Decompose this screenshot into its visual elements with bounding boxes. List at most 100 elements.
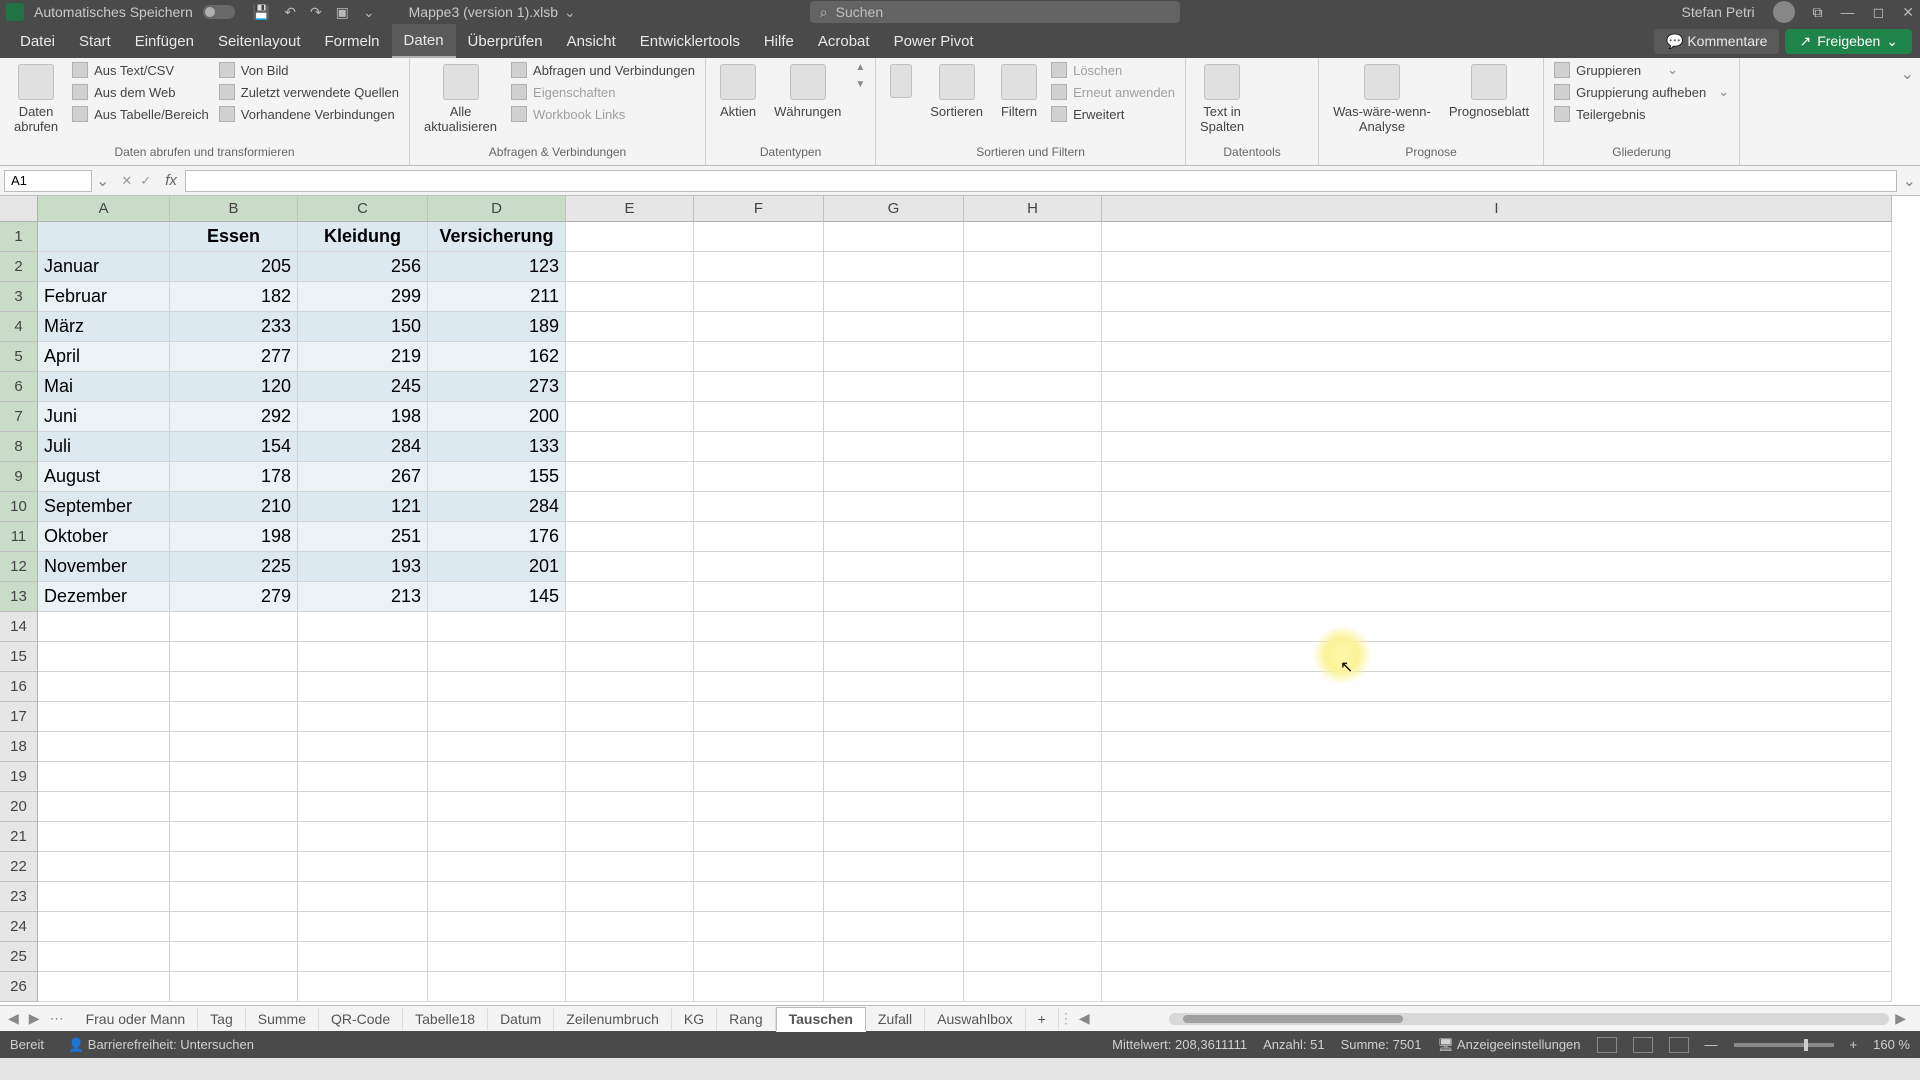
cell-B24[interactable] <box>170 912 298 942</box>
cell-D24[interactable] <box>428 912 566 942</box>
data-model-icon[interactable] <box>1286 118 1308 140</box>
cell-A23[interactable] <box>38 882 170 912</box>
cell-A19[interactable] <box>38 762 170 792</box>
cell-B17[interactable] <box>170 702 298 732</box>
row-header-7[interactable]: 7 <box>0 402 38 432</box>
cell-A1[interactable] <box>38 222 170 252</box>
cell-F3[interactable] <box>694 282 824 312</box>
get-data-button[interactable]: Daten abrufen <box>10 62 62 136</box>
menu-einfügen[interactable]: Einfügen <box>123 24 206 58</box>
cell-H21[interactable] <box>964 822 1102 852</box>
close-icon[interactable]: ✕ <box>1902 4 1914 21</box>
cell-B19[interactable] <box>170 762 298 792</box>
sheet-tab[interactable]: Frau oder Mann <box>74 1008 199 1030</box>
cell-H16[interactable] <box>964 672 1102 702</box>
cell-E4[interactable] <box>566 312 694 342</box>
cell-B4[interactable]: 233 <box>170 312 298 342</box>
cell-E14[interactable] <box>566 612 694 642</box>
cell-G15[interactable] <box>824 642 964 672</box>
cell-G16[interactable] <box>824 672 964 702</box>
save-icon[interactable]: 💾 <box>253 4 270 21</box>
cell-D6[interactable]: 273 <box>428 372 566 402</box>
cell-G1[interactable] <box>824 222 964 252</box>
tab-nav-next-icon[interactable]: ▶ <box>29 1010 40 1027</box>
cell-C5[interactable]: 219 <box>298 342 428 372</box>
cell-F11[interactable] <box>694 522 824 552</box>
group-button[interactable]: Gruppieren⌄ <box>1554 62 1729 78</box>
cell-G25[interactable] <box>824 942 964 972</box>
cell-G26[interactable] <box>824 972 964 1002</box>
cell-A8[interactable]: Juli <box>38 432 170 462</box>
cell-C13[interactable]: 213 <box>298 582 428 612</box>
cell-E11[interactable] <box>566 522 694 552</box>
cell-B13[interactable]: 279 <box>170 582 298 612</box>
flash-fill-icon[interactable] <box>1258 62 1280 84</box>
sheet-tab[interactable]: Tabelle18 <box>403 1008 488 1030</box>
cell-A17[interactable] <box>38 702 170 732</box>
text-to-columns-button[interactable]: Text in Spalten <box>1196 62 1248 136</box>
cell-I4[interactable] <box>1102 312 1892 342</box>
row-header-13[interactable]: 13 <box>0 582 38 612</box>
cell-D2[interactable]: 123 <box>428 252 566 282</box>
cell-F18[interactable] <box>694 732 824 762</box>
cell-B5[interactable]: 277 <box>170 342 298 372</box>
cell-F4[interactable] <box>694 312 824 342</box>
row-header-9[interactable]: 9 <box>0 462 38 492</box>
display-settings[interactable]: 🖥 Anzeigeeinstellungen <box>1438 1037 1581 1053</box>
row-header-3[interactable]: 3 <box>0 282 38 312</box>
cell-I6[interactable] <box>1102 372 1892 402</box>
cell-E9[interactable] <box>566 462 694 492</box>
cell-A6[interactable]: Mai <box>38 372 170 402</box>
menu-hilfe[interactable]: Hilfe <box>752 24 806 58</box>
cell-E6[interactable] <box>566 372 694 402</box>
cell-C14[interactable] <box>298 612 428 642</box>
row-headers[interactable]: 1234567891011121314151617181920212223242… <box>0 222 38 1002</box>
menu-datei[interactable]: Datei <box>8 24 67 58</box>
cell-A5[interactable]: April <box>38 342 170 372</box>
cell-C16[interactable] <box>298 672 428 702</box>
cell-G3[interactable] <box>824 282 964 312</box>
cell-F12[interactable] <box>694 552 824 582</box>
row-header-18[interactable]: 18 <box>0 732 38 762</box>
cell-B9[interactable]: 178 <box>170 462 298 492</box>
cell-F20[interactable] <box>694 792 824 822</box>
cell-C25[interactable] <box>298 942 428 972</box>
advanced-filter[interactable]: Erweitert <box>1051 106 1175 122</box>
expand-formula-icon[interactable]: ⌄ <box>1903 171 1916 191</box>
cell-H8[interactable] <box>964 432 1102 462</box>
cell-E18[interactable] <box>566 732 694 762</box>
hscroll-right-icon[interactable]: ▶ <box>1895 1010 1906 1027</box>
chevron-down-icon[interactable]: ⌄ <box>564 4 576 21</box>
cell-C19[interactable] <box>298 762 428 792</box>
cell-F6[interactable] <box>694 372 824 402</box>
col-header-I[interactable]: I <box>1102 196 1892 222</box>
cell-G19[interactable] <box>824 762 964 792</box>
cell-C6[interactable]: 245 <box>298 372 428 402</box>
validation-icon[interactable] <box>1258 90 1280 112</box>
cell-H9[interactable] <box>964 462 1102 492</box>
cell-A16[interactable] <box>38 672 170 702</box>
menu-daten[interactable]: Daten <box>392 24 456 58</box>
cell-A3[interactable]: Februar <box>38 282 170 312</box>
cell-G4[interactable] <box>824 312 964 342</box>
cell-C23[interactable] <box>298 882 428 912</box>
recent-sources[interactable]: Zuletzt verwendete Quellen <box>219 84 399 100</box>
subtotal-button[interactable]: Teilergebnis <box>1554 106 1729 122</box>
cell-E12[interactable] <box>566 552 694 582</box>
cell-E7[interactable] <box>566 402 694 432</box>
cell-G11[interactable] <box>824 522 964 552</box>
row-header-17[interactable]: 17 <box>0 702 38 732</box>
cell-B20[interactable] <box>170 792 298 822</box>
cell-B25[interactable] <box>170 942 298 972</box>
cell-F17[interactable] <box>694 702 824 732</box>
cell-G7[interactable] <box>824 402 964 432</box>
cell-C17[interactable] <box>298 702 428 732</box>
cell-F16[interactable] <box>694 672 824 702</box>
cell-A20[interactable] <box>38 792 170 822</box>
from-picture[interactable]: Von Bild <box>219 62 399 78</box>
comments-button[interactable]: 💬 Kommentare <box>1654 29 1779 54</box>
cell-G12[interactable] <box>824 552 964 582</box>
cell-D20[interactable] <box>428 792 566 822</box>
cell-E17[interactable] <box>566 702 694 732</box>
cell-D22[interactable] <box>428 852 566 882</box>
